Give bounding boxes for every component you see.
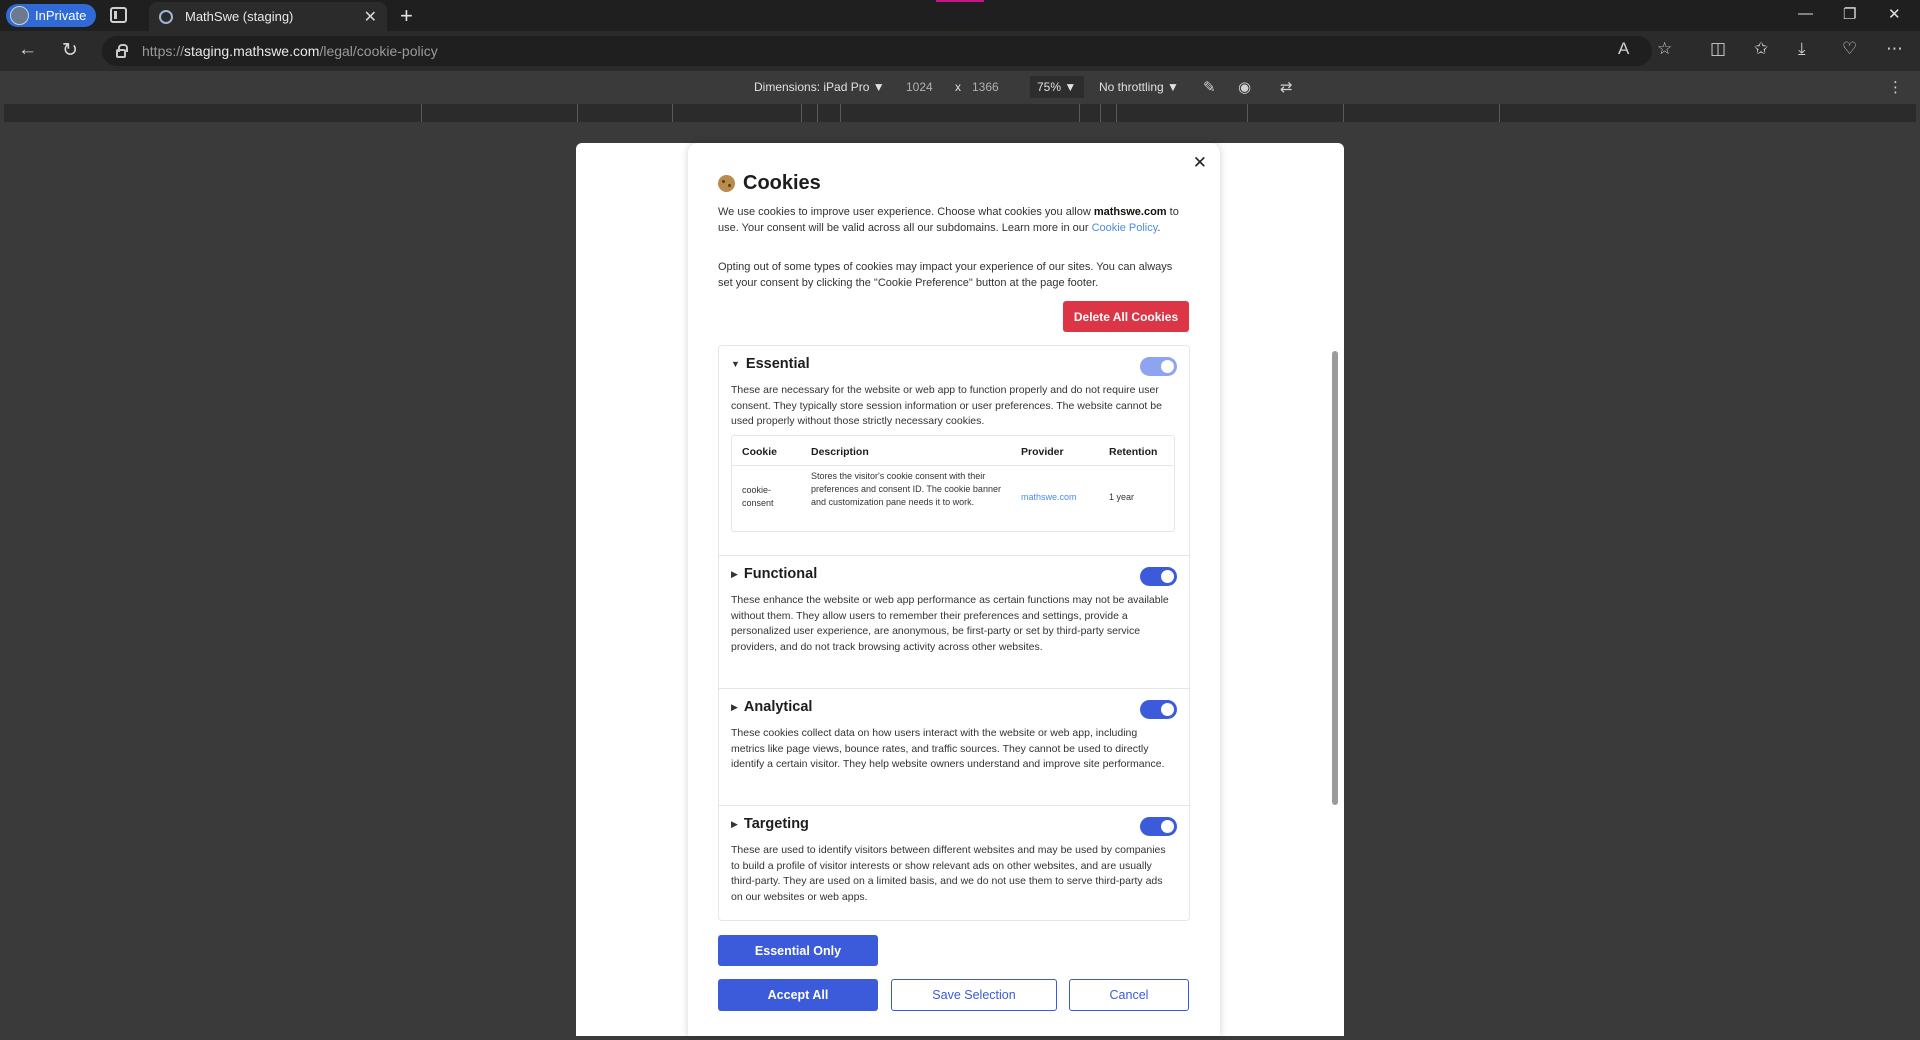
devtools-more-icon[interactable]: ⋮ xyxy=(1888,78,1903,96)
section-description: These enhance the website or web app per… xyxy=(731,594,1169,653)
dimension-times: x xyxy=(955,80,961,94)
section-functional: ▶ Functional These enhance the website o… xyxy=(719,556,1189,689)
site-favicon-icon xyxy=(159,9,173,24)
address-toolbar: ← ↻ https://staging.mathswe.com/legal/co… xyxy=(0,31,1920,71)
section-header-targeting[interactable]: ▶ Targeting xyxy=(731,816,809,832)
window-close-icon[interactable]: ✕ xyxy=(1888,5,1901,23)
caret-right-icon: ▶ xyxy=(731,818,738,829)
col-header-cookie: Cookie xyxy=(742,446,778,458)
profile-avatar xyxy=(10,6,29,25)
section-header-functional[interactable]: ▶ Functional xyxy=(731,566,817,582)
cell-provider-link[interactable]: mathswe.com xyxy=(1021,491,1077,504)
dialog-title: Cookies xyxy=(718,172,821,195)
cell-retention: 1 year xyxy=(1109,492,1135,502)
dialog-close-icon[interactable]: ✕ xyxy=(1193,153,1207,173)
tab-actions-icon[interactable] xyxy=(110,7,127,23)
media-query-bar[interactable] xyxy=(4,104,1916,122)
favorites-icon[interactable]: ✩ xyxy=(1754,39,1768,59)
caret-down-icon: ▼ xyxy=(731,359,740,369)
intro-period: . xyxy=(1157,221,1161,234)
restore-icon[interactable]: ❐ xyxy=(1843,5,1856,23)
opt-out-paragraph: Opting out of some types of cookies may … xyxy=(718,261,1173,289)
col-header-provider: Provider xyxy=(1021,446,1064,458)
section-description: These are necessary for the website or w… xyxy=(731,384,1162,427)
cell-description: Stores the visitor's cookie consent with… xyxy=(811,471,1001,507)
essential-only-button[interactable]: Essential Only xyxy=(718,935,878,966)
rotate-icon[interactable]: ⇄ xyxy=(1280,78,1293,96)
section-targeting: ▶ Targeting These are used to identify v… xyxy=(719,806,1189,920)
more-menu-icon[interactable]: ⋯ xyxy=(1886,39,1903,59)
section-title: Analytical xyxy=(743,699,813,715)
new-tab-icon[interactable]: + xyxy=(400,3,413,29)
back-icon[interactable]: ← xyxy=(18,39,37,61)
refresh-icon[interactable]: ↻ xyxy=(62,39,78,62)
eyedropper-icon[interactable]: ✎ xyxy=(1203,78,1216,96)
section-description: These cookies collect data on how users … xyxy=(731,727,1165,770)
url-scheme: https:// xyxy=(142,43,185,59)
url-path: /legal/cookie-policy xyxy=(319,43,438,59)
caret-right-icon: ▶ xyxy=(731,701,738,712)
url-host: staging.mathswe.com xyxy=(184,43,320,59)
section-essential: ▼ Essential These are necessary for the … xyxy=(719,346,1189,556)
section-title: Essential xyxy=(745,356,810,372)
device-toolbar: Dimensions: iPad Pro ▼ 1024 x 1366 75% ▼… xyxy=(0,71,1920,104)
cookie-icon xyxy=(718,175,735,192)
accept-all-button[interactable]: Accept All xyxy=(718,979,878,1011)
section-title: Targeting xyxy=(743,816,809,832)
tab-close-icon[interactable]: ✕ xyxy=(364,7,377,27)
cell-cookie: cookie-consent xyxy=(742,485,774,508)
section-analytical: ▶ Analytical These cookies collect data … xyxy=(719,689,1189,806)
dialog-title-text: Cookies xyxy=(743,172,821,194)
cookie-policy-link[interactable]: Cookie Policy xyxy=(1092,222,1158,234)
lock-icon xyxy=(116,43,128,58)
save-selection-button[interactable]: Save Selection xyxy=(891,979,1057,1011)
inprivate-badge[interactable]: InPrivate xyxy=(6,4,96,27)
toggle-targeting[interactable] xyxy=(1140,817,1177,836)
col-header-retention: Retention xyxy=(1109,446,1158,458)
downloads-icon[interactable]: ⤓ xyxy=(1798,39,1806,59)
tab-title: MathSwe (staging) xyxy=(185,9,294,24)
height-input[interactable]: 1366 xyxy=(972,80,999,94)
address-bar[interactable]: https://staging.mathswe.com/legal/cookie… xyxy=(102,36,1652,66)
throttling-select[interactable]: No throttling ▼ xyxy=(1099,80,1179,94)
width-input[interactable]: 1024 xyxy=(906,80,933,94)
dimensions-select[interactable]: Dimensions: iPad Pro ▼ xyxy=(754,80,885,94)
accent-line xyxy=(936,0,984,2)
favorite-star-icon[interactable]: ☆ xyxy=(1657,39,1672,59)
section-header-essential[interactable]: ▼ Essential xyxy=(731,356,810,372)
section-title: Functional xyxy=(743,566,818,582)
intro-text: We use cookies to improve user experienc… xyxy=(718,206,1094,218)
browser-titlebar: InPrivate MathSwe (staging) ✕ + — ❐ ✕ xyxy=(0,0,1920,31)
section-description: These are used to identify visitors betw… xyxy=(731,844,1166,903)
caret-right-icon: ▶ xyxy=(731,568,738,579)
minimize-icon[interactable]: — xyxy=(1798,5,1813,22)
cookie-categories: ▼ Essential These are necessary for the … xyxy=(718,345,1190,921)
toggle-analytical[interactable] xyxy=(1140,700,1177,719)
browser-essentials-icon[interactable]: ♡ xyxy=(1842,39,1857,59)
col-header-description: Description xyxy=(811,446,869,458)
toggle-essential xyxy=(1140,357,1177,376)
toggle-functional[interactable] xyxy=(1140,567,1177,586)
cancel-button[interactable]: Cancel xyxy=(1069,979,1189,1011)
zoom-select[interactable]: 75% ▼ xyxy=(1030,76,1084,98)
split-screen-icon[interactable]: ◫ xyxy=(1710,39,1726,59)
page-scrollbar[interactable] xyxy=(1332,151,1338,1031)
cookie-table: Cookie Description Provider Retention co… xyxy=(731,435,1175,532)
inprivate-label: InPrivate xyxy=(35,8,87,23)
sensors-icon[interactable]: ◉ xyxy=(1238,78,1251,96)
scrollbar-thumb[interactable] xyxy=(1332,351,1338,805)
cookie-consent-dialog: ✕ Cookies We use cookies to improve user… xyxy=(688,143,1220,1036)
delete-all-cookies-button[interactable]: Delete All Cookies xyxy=(1063,301,1189,332)
device-viewport: ✕ Cookies We use cookies to improve user… xyxy=(576,143,1344,1036)
read-aloud-icon[interactable]: A xyxy=(1618,39,1629,59)
intro-paragraph: We use cookies to improve user experienc… xyxy=(718,205,1190,236)
tab-mathswe-staging[interactable]: MathSwe (staging) ✕ xyxy=(149,2,387,31)
site-name: mathswe.com xyxy=(1093,206,1167,218)
section-header-analytical[interactable]: ▶ Analytical xyxy=(731,699,812,715)
